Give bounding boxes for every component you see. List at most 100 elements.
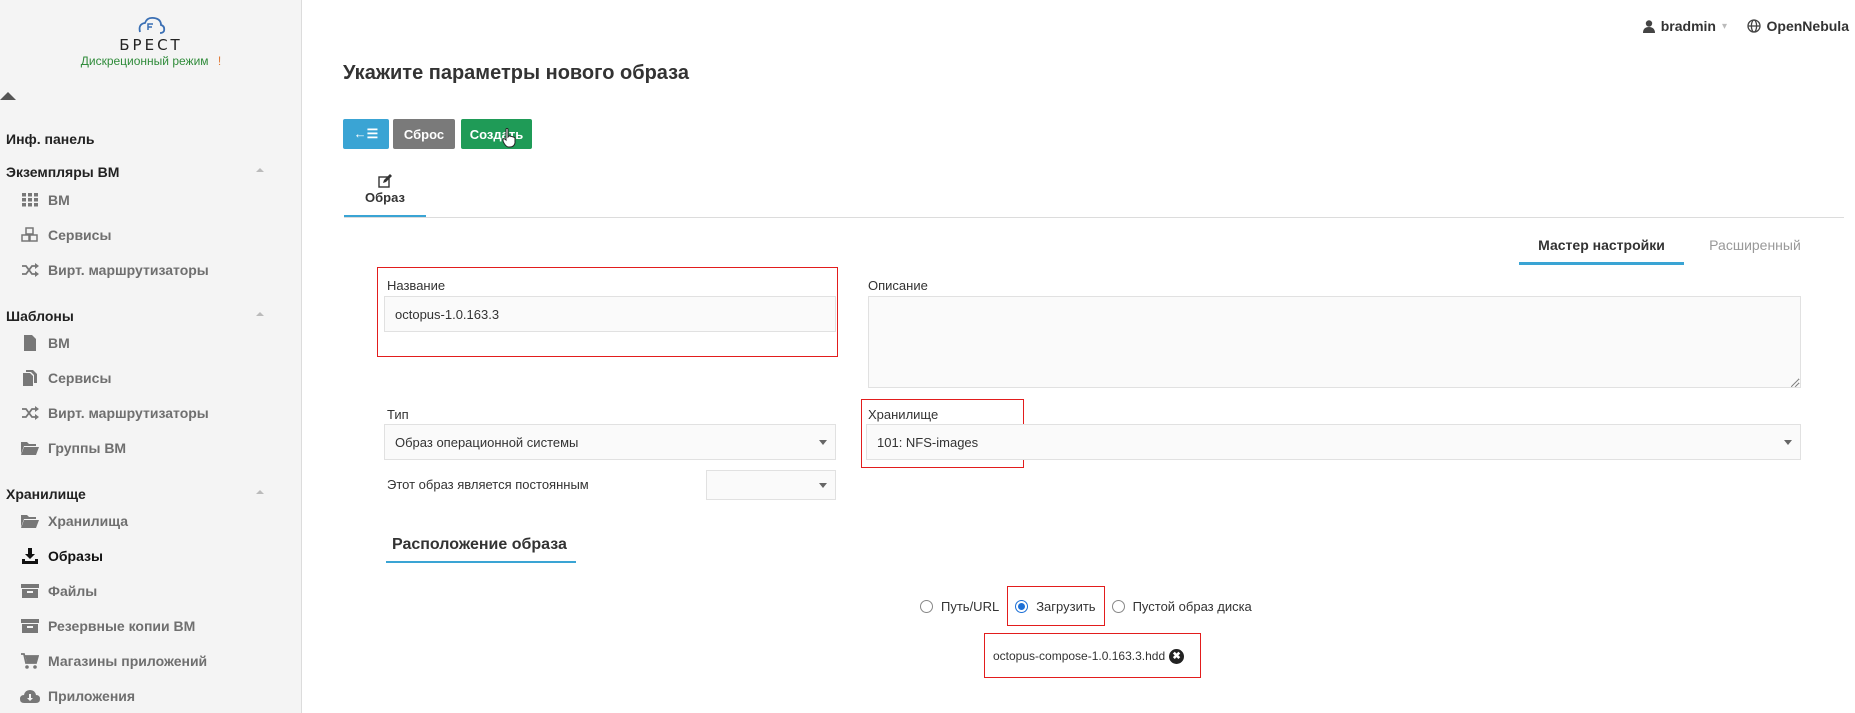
resize-handle-icon (1791, 379, 1799, 387)
description-input[interactable] (868, 296, 1801, 388)
sidebar-item-label: Группы ВМ (48, 440, 127, 456)
sidebar-item-backups[interactable]: Резервные копии ВМ (20, 615, 195, 637)
edit-icon (378, 174, 392, 188)
nav-group-storage[interactable]: Хранилище (6, 486, 264, 502)
sidebar-item-label: Сервисы (48, 370, 112, 386)
datastore-label: Хранилище (868, 407, 939, 422)
description-label: Описание (868, 278, 928, 293)
tab-label: Образ (365, 190, 405, 205)
name-input[interactable]: octopus-1.0.163.3 (384, 296, 836, 332)
sidebar-item-apps[interactable]: Приложения (20, 685, 135, 707)
tab-image[interactable]: Образ (344, 174, 426, 218)
download-icon (20, 548, 40, 564)
random-icon (20, 405, 40, 421)
sidebar-item-template-vm[interactable]: ВМ (20, 332, 70, 354)
box-icon (20, 618, 40, 634)
datastore-select-value: 101: NFS-images (877, 434, 979, 450)
radio-upload[interactable]: Загрузить (1015, 598, 1096, 614)
nav-group-templates[interactable]: Шаблоны (6, 308, 264, 324)
logo-area: БРЕСТ Дискреционный режим ! (0, 0, 302, 106)
mode-mark: ! (217, 54, 222, 68)
shopping-cart-icon (20, 653, 40, 669)
tabs-divider (344, 217, 1844, 218)
sidebar-item-label: Сервисы (48, 227, 112, 243)
create-button[interactable]: Создать (461, 119, 532, 149)
nav-group-vm-instances[interactable]: Экземпляры ВМ (6, 164, 264, 180)
radio-empty-disk[interactable]: Пустой образ диска (1111, 599, 1252, 614)
collapse-caret-icon[interactable] (256, 490, 264, 494)
mode-text: Дискреционный режим (80, 54, 209, 68)
user-icon (1642, 19, 1655, 33)
back-to-list-button[interactable]: ←☰ (343, 119, 389, 149)
name-label: Название (387, 278, 446, 293)
cubes-icon (20, 227, 40, 243)
sidebar-item-label: ВМ (48, 335, 70, 351)
collapse-sidebar-icon[interactable] (0, 92, 16, 100)
nav-group-label: Шаблоны (6, 308, 74, 324)
location-radio-group: Путь/URL Загрузить Пустой образ диска (920, 596, 1268, 616)
brest-logo-icon (138, 16, 166, 34)
logo-text: БРЕСТ (119, 36, 183, 54)
username: bradmin (1660, 18, 1716, 34)
remove-file-icon[interactable]: ✖ (1169, 648, 1185, 664)
zone-menu[interactable]: OpenNebula (1746, 18, 1849, 34)
chevron-down-icon (819, 483, 827, 488)
sidebar-item-marketplaces[interactable]: Магазины приложений (20, 650, 207, 672)
sidebar-item-vrouters[interactable]: Вирт. маршрутизаторы (20, 259, 209, 281)
zone-name: OpenNebula (1766, 18, 1849, 34)
nav-dashboard[interactable]: Инф. панель (6, 131, 95, 147)
sidebar-item-vm-groups[interactable]: Группы ВМ (20, 437, 126, 459)
folder-open-icon (20, 513, 40, 529)
chevron-down-icon: ▾ (1721, 20, 1727, 32)
persistent-label: Этот образ является постоянным (387, 477, 589, 492)
reset-button[interactable]: Сброс (393, 119, 455, 149)
sidebar-item-label: Магазины приложений (48, 653, 208, 669)
type-select-value: Образ операционной системы (395, 434, 579, 450)
sidebar-item-template-vrouters[interactable]: Вирт. маршрутизаторы (20, 402, 209, 424)
collapse-caret-icon[interactable] (256, 168, 264, 172)
chevron-down-icon (1784, 440, 1792, 445)
sidebar-item-images[interactable]: Образы (20, 545, 103, 567)
random-icon (20, 262, 40, 278)
sidebar-item-label: ВМ (48, 192, 70, 208)
collapse-caret-icon[interactable] (256, 312, 264, 316)
sidebar-item-datastores[interactable]: Хранилища (20, 510, 128, 532)
cloud-download-icon (20, 688, 40, 704)
radio-path-url[interactable]: Путь/URL (920, 599, 999, 614)
radio-label: Путь/URL (941, 598, 1000, 614)
type-select[interactable]: Образ операционной системы (384, 424, 836, 460)
user-menu[interactable]: bradmin ▾ (1642, 18, 1727, 34)
file-icon (20, 335, 40, 351)
section-underline (386, 561, 576, 563)
tab-advanced[interactable]: Расширенный (1700, 237, 1810, 265)
file-name: octopus-compose-1.0.163.3.hdd (993, 649, 1166, 663)
page-title: Укажите параметры нового образа (343, 62, 689, 84)
radio-button[interactable] (1111, 599, 1125, 613)
type-label: Тип (387, 407, 409, 422)
sidebar-item-vm[interactable]: ВМ (20, 189, 70, 211)
grid-icon (20, 192, 40, 208)
radio-button[interactable] (920, 599, 933, 613)
sidebar-item-services[interactable]: Сервисы (20, 224, 111, 246)
box-icon (20, 583, 40, 599)
sidebar-item-label: Вирт. маршрутизаторы (48, 405, 209, 421)
sidebar-item-label: Хранилища (48, 513, 129, 529)
tab-wizard[interactable]: Мастер настройки (1519, 237, 1684, 265)
files-icon (20, 370, 40, 386)
radio-label: Загрузить (1036, 598, 1096, 614)
image-location-title: Расположение образа (392, 536, 567, 553)
persistent-select[interactable] (706, 470, 836, 500)
chevron-down-icon (819, 440, 827, 445)
uploaded-file: octopus-compose-1.0.163.3.hdd ✖ (993, 645, 1185, 667)
nav-group-label: Экземпляры ВМ (6, 164, 120, 180)
sidebar-item-label: Образы (48, 548, 103, 564)
sidebar-item-label: Резервные копии ВМ (48, 618, 196, 634)
sidebar-item-files[interactable]: Файлы (20, 580, 97, 602)
nav-group-label: Хранилище (6, 486, 86, 502)
sidebar-item-template-services[interactable]: Сервисы (20, 367, 111, 389)
sidebar-item-label: Вирт. маршрутизаторы (48, 262, 209, 278)
nav-dashboard-label: Инф. панель (6, 131, 95, 147)
datastore-select[interactable]: 101: NFS-images (866, 424, 1801, 460)
sidebar-item-label: Файлы (48, 583, 98, 599)
radio-button-checked[interactable] (1015, 599, 1029, 613)
